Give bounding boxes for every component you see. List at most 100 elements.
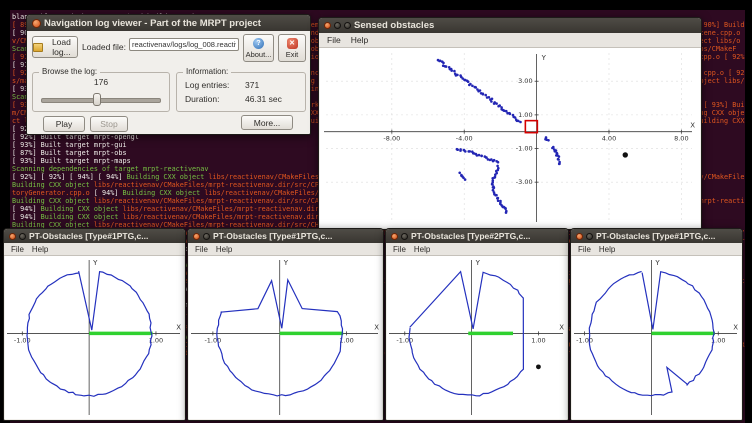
x-tick-label: 1.00 [531,336,545,344]
menu-file[interactable]: File [322,35,346,45]
pt-menubar: File Help [4,243,185,256]
window-title: PT-Obstacles [Type#2PTG,c... [411,231,530,241]
stop-button[interactable]: Stop [90,116,128,132]
exit-label: Exit [286,50,299,59]
pt-titlebar[interactable]: PT-Obstacles [Type#1PTG,c... [4,229,185,243]
x-tick-label: -4.00 [456,135,473,143]
minimize-button[interactable] [401,233,408,240]
pt-titlebar[interactable]: PT-Obstacles [Type#2PTG,c... [386,229,568,243]
load-log-label: Load log... [46,37,77,57]
y-tick-label: 1.00 [518,111,532,119]
exit-button[interactable]: ✕ Exit [278,34,306,62]
y-tick-label: -1.00 [516,145,533,153]
pt-menubar: File Help [386,243,568,256]
navlog-titlebar[interactable]: Navigation log viewer - Part of the MRPT… [27,15,310,31]
maximize-button[interactable] [344,22,351,29]
slider-handle[interactable] [93,93,101,106]
x-axis-label: X [690,122,695,130]
x-axis-label: X [176,323,181,331]
sensed-plot: -8.00 -4.00 4.00 8.00 3.00 1.00 -1.00 -3.00 X Y [320,48,700,228]
pt-titlebar[interactable]: PT-Obstacles [Type#1PTG,c... [188,229,383,243]
x-axis-label: X [733,323,738,331]
pt-plot-1: -1.001.00XY [189,256,382,419]
y-axis-label: Y [654,259,660,267]
log-entries-label: Log entries: [185,80,245,90]
pt-chart: -1.001.00XY [5,256,184,419]
navlog-viewer-window: Navigation log viewer - Part of the MRPT… [26,14,311,135]
minimize-button[interactable] [203,233,210,240]
x-tick-label: 4.00 [602,135,616,143]
y-tick-label: 3.00 [518,77,532,85]
loaded-file-input[interactable] [129,38,239,51]
robot-box [525,121,537,133]
window-title: PT-Obstacles [Type#1PTG,c... [596,231,715,241]
y-axis-label: Y [475,259,481,267]
window-title: Navigation log viewer - Part of the MRPT… [44,18,261,29]
menu-file[interactable]: File [389,245,410,254]
exit-icon: ✕ [287,38,298,49]
pt-obstacles-window-1: PT-Obstacles [Type#1PTG,c... File Help -… [3,228,186,421]
pt-chart: -1.001.00XY [572,256,741,419]
window-title: Sensed obstacles [354,20,434,31]
menu-file[interactable]: File [574,245,595,254]
pt-plot-2: -1.001.00XY [387,256,567,419]
information-group: Information: Log entries: 371 Duration: … [176,72,306,112]
close-button[interactable] [391,233,398,240]
pt-chart: -1.001.00XY [189,256,382,419]
menu-help[interactable]: Help [595,245,619,254]
pt-obstacles-window-3: PT-Obstacles [Type#2PTG,c... File Help -… [385,228,569,421]
menu-file[interactable]: File [7,245,28,254]
play-button[interactable]: Play [43,116,85,132]
close-button[interactable] [32,19,41,28]
window-title: PT-Obstacles [Type#1PTG,c... [29,231,148,241]
pt-chart: -1.001.00XY [387,256,567,419]
y-axis-label: Y [541,54,547,62]
about-button[interactable]: ? About... [243,34,274,62]
sensed-obstacles-window: Sensed obstacles File Help -8.00 -4.00 4.0… [318,17,702,230]
close-button[interactable] [9,233,16,240]
pt-obstacles-window-2: PT-Obstacles [Type#1PTG,c... File Help -… [187,228,384,421]
sensed-chart: -8.00 -4.00 4.00 8.00 3.00 1.00 -1.00 -3.00 X Y [320,48,700,228]
target-dot [623,152,628,157]
x-tick-label: 8.00 [674,135,688,143]
minimize-button[interactable] [334,22,341,29]
target-dot [536,364,541,369]
browse-group: Browse the log: 176 [32,72,170,112]
x-tick-label: -1.00 [576,336,593,344]
menu-help[interactable]: Help [346,35,373,45]
menu-file[interactable]: File [191,245,212,254]
window-title: PT-Obstacles [Type#1PTG,c... [213,231,332,241]
pt-plot-0: -1.001.00XY [5,256,184,419]
y-axis-label: Y [92,259,98,267]
close-button[interactable] [324,22,331,29]
duration-label: Duration: [185,94,245,104]
close-button[interactable] [193,233,200,240]
pt-obstacles-window-4: PT-Obstacles [Type#1PTG,c... File Help -… [570,228,743,421]
desktop: blanco@blanco-desktop:~/mrpt$ cd build &… [0,0,752,423]
pt-titlebar[interactable]: PT-Obstacles [Type#1PTG,c... [571,229,742,243]
menu-help[interactable]: Help [410,245,434,254]
more-button[interactable]: More... [241,115,293,130]
minimize-button[interactable] [19,233,26,240]
pt-plot-3: -1.001.00XY [572,256,741,419]
duration-value: 46.31 sec [245,94,282,104]
pt-menubar: File Help [188,243,383,256]
log-entries-value: 371 [245,80,259,90]
y-tick-label: -3.00 [516,178,533,186]
sensed-titlebar[interactable]: Sensed obstacles [319,18,701,33]
about-label: About... [246,50,272,59]
information-group-legend: Information: [183,67,231,76]
load-log-button[interactable]: Load log... [32,36,78,58]
x-axis-label: X [374,323,379,331]
loaded-file-label: Loaded file: [82,42,126,52]
browse-group-legend: Browse the log: [39,67,100,76]
log-position-slider[interactable] [41,91,161,107]
menu-help[interactable]: Help [212,245,236,254]
pt-menubar: File Help [571,243,742,256]
minimize-button[interactable] [586,233,593,240]
menu-help[interactable]: Help [28,245,52,254]
y-axis-label: Y [283,259,289,267]
close-button[interactable] [576,233,583,240]
x-tick-label: -8.00 [383,135,400,143]
sensed-menubar: File Help [319,33,701,48]
